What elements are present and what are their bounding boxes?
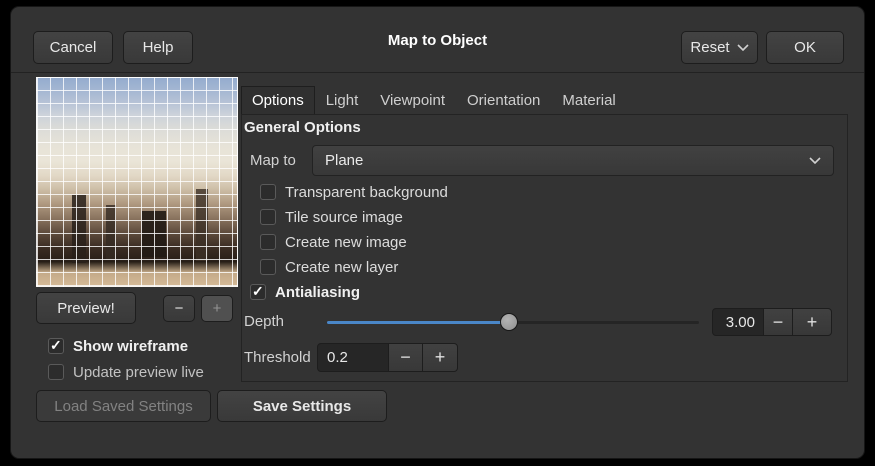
notebook-tabs: Options Light Viewpoint Orientation Mate… bbox=[241, 86, 627, 115]
chevron-down-icon bbox=[737, 44, 749, 51]
general-options-frame: General Options Map to Plane Transparent… bbox=[241, 114, 848, 382]
show-wireframe-checkbox[interactable] bbox=[48, 338, 64, 354]
threshold-increment-button[interactable]: + bbox=[422, 343, 458, 372]
create-new-layer-checkbox[interactable] bbox=[260, 259, 276, 275]
tile-source-image-checkbox[interactable] bbox=[260, 209, 276, 225]
depth-slider[interactable] bbox=[327, 308, 699, 336]
threshold-decrement-button[interactable]: − bbox=[388, 343, 423, 372]
section-title: General Options bbox=[244, 119, 361, 136]
tile-source-image-label: Tile source image bbox=[285, 209, 403, 226]
reset-label: Reset bbox=[690, 39, 729, 56]
map-to-label: Map to bbox=[250, 145, 296, 176]
tab-orientation[interactable]: Orientation bbox=[456, 86, 551, 115]
chevron-down-icon bbox=[809, 157, 821, 164]
preview-area[interactable] bbox=[36, 77, 238, 287]
dialog-header: Cancel Help Map to Object Reset OK bbox=[11, 7, 864, 73]
preview-button[interactable]: Preview! bbox=[36, 292, 136, 324]
ok-button[interactable]: OK bbox=[766, 31, 844, 64]
reset-button[interactable]: Reset bbox=[681, 31, 758, 64]
depth-value-entry[interactable]: 3.00 bbox=[712, 308, 764, 336]
depth-slider-fill bbox=[327, 321, 509, 324]
create-new-image-option[interactable]: Create new image bbox=[260, 233, 407, 251]
update-preview-live-label: Update preview live bbox=[73, 364, 204, 381]
tab-material[interactable]: Material bbox=[551, 86, 626, 115]
tab-options[interactable]: Options bbox=[241, 86, 315, 115]
wireframe-grid bbox=[36, 77, 238, 287]
depth-label: Depth bbox=[244, 308, 284, 336]
update-preview-live-checkbox[interactable] bbox=[48, 364, 64, 380]
update-preview-live-option[interactable]: Update preview live bbox=[48, 363, 204, 381]
zoom-in-button[interactable]: + bbox=[201, 295, 233, 322]
threshold-value-entry[interactable]: 0.2 bbox=[317, 343, 389, 372]
tile-source-image-option[interactable]: Tile source image bbox=[260, 208, 403, 226]
show-wireframe-label: Show wireframe bbox=[73, 338, 188, 355]
antialiasing-checkbox[interactable] bbox=[250, 284, 266, 300]
transparent-background-option[interactable]: Transparent background bbox=[260, 183, 448, 201]
tab-light[interactable]: Light bbox=[315, 86, 370, 115]
transparent-background-checkbox[interactable] bbox=[260, 184, 276, 200]
create-new-image-label: Create new image bbox=[285, 234, 407, 251]
show-wireframe-option[interactable]: Show wireframe bbox=[48, 337, 188, 355]
transparent-background-label: Transparent background bbox=[285, 184, 448, 201]
antialiasing-option[interactable]: Antialiasing bbox=[250, 283, 360, 301]
load-saved-settings-button[interactable]: Load Saved Settings bbox=[36, 390, 211, 422]
map-to-object-dialog: Cancel Help Map to Object Reset OK Previ… bbox=[10, 6, 865, 459]
depth-decrement-button[interactable]: − bbox=[763, 308, 793, 336]
create-new-image-checkbox[interactable] bbox=[260, 234, 276, 250]
tab-viewpoint[interactable]: Viewpoint bbox=[369, 86, 456, 115]
create-new-layer-option[interactable]: Create new layer bbox=[260, 258, 398, 276]
depth-increment-button[interactable]: + bbox=[792, 308, 832, 336]
antialiasing-label: Antialiasing bbox=[275, 284, 360, 301]
create-new-layer-label: Create new layer bbox=[285, 259, 398, 276]
map-to-value: Plane bbox=[325, 152, 363, 169]
threshold-label: Threshold bbox=[244, 343, 311, 372]
zoom-out-button[interactable]: − bbox=[163, 295, 195, 322]
depth-slider-handle[interactable] bbox=[500, 313, 518, 331]
save-settings-button[interactable]: Save Settings bbox=[217, 390, 387, 422]
map-to-dropdown[interactable]: Plane bbox=[312, 145, 834, 176]
